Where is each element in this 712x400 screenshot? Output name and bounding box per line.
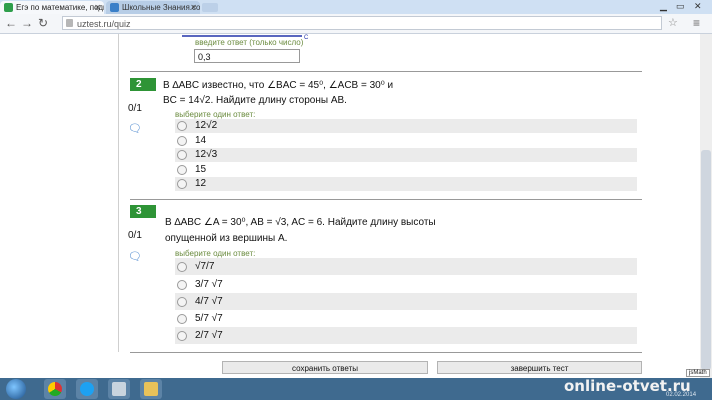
radio-button[interactable]: [177, 136, 187, 146]
answer-input-label: введите ответ (только число): [195, 38, 304, 47]
answer-option[interactable]: 2/7 √7: [175, 327, 637, 344]
question-number-badge: 3: [130, 205, 156, 218]
bookmark-star-icon[interactable]: ☆: [668, 16, 678, 29]
answer-option[interactable]: 12√2: [175, 119, 637, 133]
option-label: 2/7 √7: [195, 330, 223, 341]
radio-button[interactable]: [177, 331, 187, 341]
answer-option[interactable]: 3/7 √7: [175, 276, 637, 293]
question-separator: [130, 71, 642, 72]
forward-icon[interactable]: →: [21, 16, 33, 30]
minimize-icon[interactable]: ▁: [660, 0, 667, 12]
tab-school-znaniya[interactable]: Школьные Знания.com - ✕: [106, 1, 200, 14]
tab-label: Школьные Знания.com -: [122, 3, 200, 12]
chrome-icon[interactable]: [44, 379, 66, 399]
comment-icon[interactable]: 🗨: [128, 250, 142, 263]
radio-button[interactable]: [177, 280, 187, 290]
option-label: 3/7 √7: [195, 279, 223, 290]
address-toolbar: ← → ↻ uztest.ru/quiz ☆ ≡: [0, 14, 712, 34]
answer-option[interactable]: √7/7: [175, 258, 637, 275]
question-score: 0/1: [128, 103, 142, 114]
save-answers-button[interactable]: сохранить ответы: [222, 361, 428, 374]
scrollbar-thumb[interactable]: [701, 150, 711, 370]
finish-test-button[interactable]: завершить тест: [437, 361, 642, 374]
reload-icon[interactable]: ↻: [38, 16, 48, 30]
question-text-line1: В ∆ABC ∠A = 30⁰, AB = √3, AC = 6. Найдит…: [165, 217, 436, 228]
question-separator: [130, 352, 642, 353]
radio-button[interactable]: [177, 314, 187, 324]
tab-bar: Егэ по математике, подг ✕ Школьные Знани…: [0, 0, 712, 14]
answer-option[interactable]: 4/7 √7: [175, 293, 637, 310]
radio-button[interactable]: [177, 121, 187, 131]
option-label: 5/7 √7: [195, 313, 223, 324]
content-divider: [118, 34, 119, 352]
radio-button[interactable]: [177, 150, 187, 160]
page-icon: [66, 19, 73, 27]
calculator-icon[interactable]: [108, 379, 130, 399]
choose-one-label: выберите один ответ:: [175, 110, 256, 119]
question-score: 0/1: [128, 230, 142, 241]
close-tab-icon[interactable]: ✕: [94, 1, 101, 14]
window-close-icon[interactable]: ✕: [694, 0, 702, 12]
tray-date: 02.02.2014: [666, 392, 697, 398]
jsmath-badge[interactable]: jsMath: [686, 369, 710, 377]
option-label: 15: [195, 164, 207, 175]
option-label: 12: [195, 178, 207, 189]
answer-input[interactable]: 0,3: [194, 49, 300, 63]
menu-icon[interactable]: ≡: [693, 16, 700, 30]
option-label: 12√3: [195, 149, 218, 160]
close-tab-icon[interactable]: ✕: [190, 1, 197, 14]
radio-button[interactable]: [177, 297, 187, 307]
url-text: uztest.ru/quiz: [77, 19, 131, 29]
skype-icon[interactable]: [76, 379, 98, 399]
option-label: √7/7: [195, 261, 215, 272]
folder-icon[interactable]: [140, 379, 162, 399]
tab-ege-math[interactable]: Егэ по математике, подг ✕: [0, 1, 104, 14]
site-favicon-icon: [110, 3, 119, 12]
back-icon[interactable]: ←: [5, 16, 17, 30]
svg-text:C: C: [304, 35, 309, 39]
answer-option[interactable]: 15: [175, 163, 637, 177]
question-text-line1: В ∆ABC известно, что ∠BAC = 45⁰, ∠ACB = …: [163, 80, 394, 91]
answer-option[interactable]: 14: [175, 134, 637, 148]
radio-button[interactable]: [177, 165, 187, 175]
maximize-icon[interactable]: ▭: [676, 0, 685, 12]
windows-start-icon[interactable]: [6, 379, 26, 399]
comment-icon[interactable]: 🗨: [128, 122, 142, 135]
choose-one-label: выберите один ответ:: [175, 249, 256, 258]
option-label: 12√2: [195, 120, 218, 131]
answer-option[interactable]: 12: [175, 177, 637, 191]
new-tab-button[interactable]: [202, 3, 218, 12]
question-text-line2: опущенной из вершины A.: [165, 233, 288, 244]
site-favicon-icon: [4, 3, 13, 12]
radio-button[interactable]: [177, 179, 187, 189]
option-label: 4/7 √7: [195, 296, 223, 307]
answer-option[interactable]: 12√3: [175, 148, 637, 162]
answer-option[interactable]: 5/7 √7: [175, 310, 637, 327]
radio-button[interactable]: [177, 262, 187, 272]
question-number-badge: 2: [130, 78, 156, 91]
option-label: 14: [195, 135, 207, 146]
question-text-line2: BC = 14√2. Найдите длину стороны AB.: [163, 95, 347, 106]
tab-label: Егэ по математике, подг: [16, 3, 104, 12]
question-separator: [130, 199, 642, 200]
address-bar[interactable]: uztest.ru/quiz: [62, 16, 662, 30]
